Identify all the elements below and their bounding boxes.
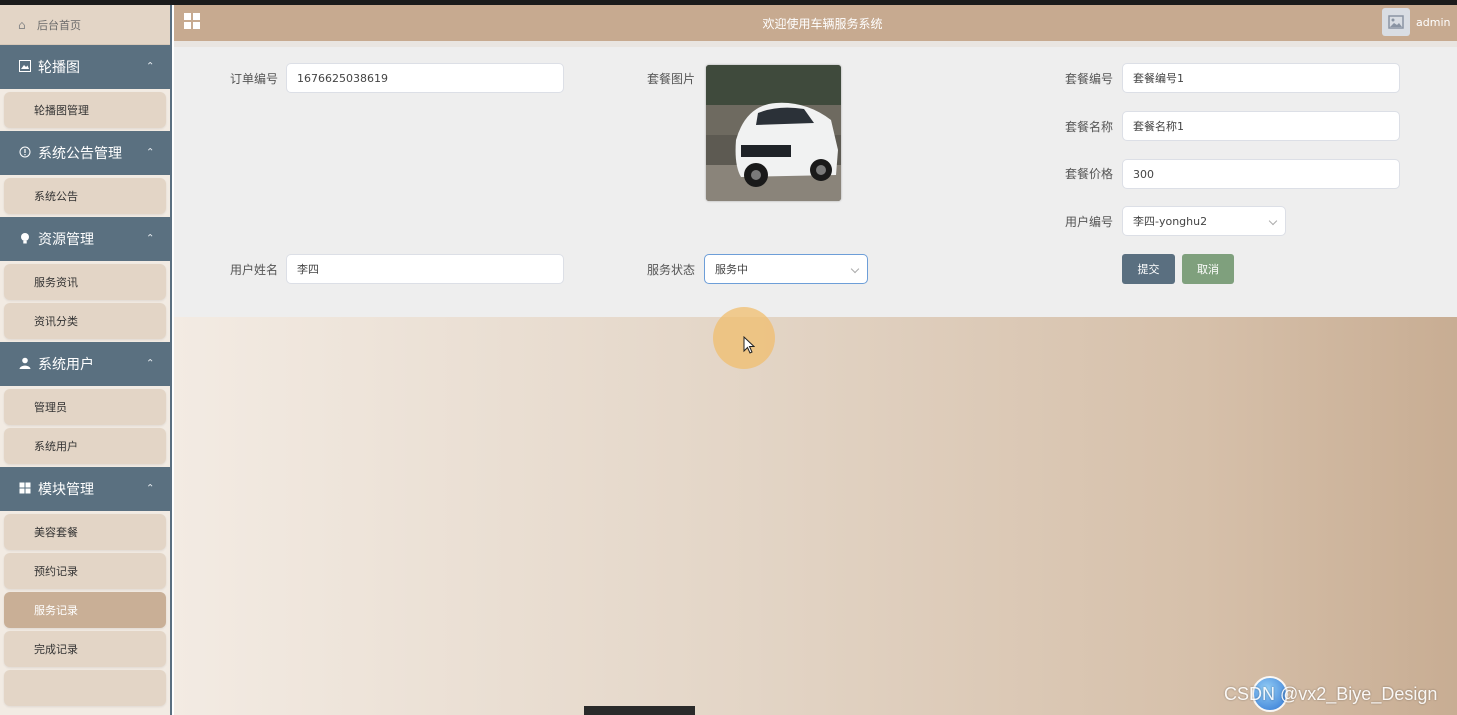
status-label: 服务状态: [646, 263, 695, 277]
watermark: CSDN @vx2_Biye_Design: [1224, 684, 1438, 704]
sidebar-group-label: 系统公告管理: [38, 146, 122, 162]
sidebar-group-label: 资源管理: [38, 232, 94, 248]
sidebar-item-carousel-manage[interactable]: 轮播图管理: [4, 92, 166, 128]
sidebar-item-service-records[interactable]: 服务记录: [4, 592, 166, 628]
sidebar-item-news-category[interactable]: 资讯分类: [4, 303, 166, 339]
order-no-input[interactable]: 1676625038619: [286, 63, 564, 93]
price-label: 套餐价格: [1064, 167, 1113, 181]
sidebar-group-label: 模块管理: [38, 482, 94, 498]
username[interactable]: admin: [1416, 16, 1450, 29]
package-name-label: 套餐名称: [1064, 120, 1113, 134]
avatar[interactable]: [1382, 8, 1410, 36]
price-input[interactable]: 300: [1122, 159, 1400, 189]
sidebar-item-system-users[interactable]: 系统用户: [4, 428, 166, 464]
info-circle-icon: [18, 146, 32, 161]
mouse-cursor-icon: [743, 336, 755, 354]
content-background: [174, 317, 1457, 715]
chevron-up-icon: ⌄: [145, 145, 154, 156]
package-image[interactable]: [706, 65, 841, 201]
sidebar-home[interactable]: ⌂ 后台首页: [0, 5, 170, 45]
user-name-input[interactable]: 李四: [286, 254, 564, 284]
image-label: 套餐图片: [646, 72, 695, 86]
chevron-down-icon: [1268, 216, 1278, 226]
status-select[interactable]: 服务中: [704, 254, 868, 284]
sidebar-group-resources[interactable]: 资源管理 ⌄: [0, 217, 170, 261]
sidebar-item-more[interactable]: [4, 670, 166, 706]
home-icon: ⌂: [18, 17, 26, 32]
sidebar-group-modules[interactable]: 模块管理 ⌄: [0, 467, 170, 511]
sidebar-item-announcement[interactable]: 系统公告: [4, 178, 166, 214]
chevron-up-icon: ⌄: [145, 356, 154, 367]
order-no-label: 订单编号: [229, 72, 278, 86]
sidebar-item-admin[interactable]: 管理员: [4, 389, 166, 425]
sidebar-group-users[interactable]: 系统用户 ⌄: [0, 342, 170, 386]
edit-form-panel: 订单编号 1676625038619 套餐图片 套餐编号 套餐编号1 套餐名称 …: [174, 47, 1457, 317]
chevron-down-icon: [850, 264, 860, 274]
grid-icon: [18, 482, 32, 497]
submit-button[interactable]: 提交: [1122, 254, 1175, 284]
image-icon: [18, 59, 32, 75]
sidebar-item-service-news[interactable]: 服务资讯: [4, 264, 166, 300]
sidebar-group-announcement[interactable]: 系统公告管理 ⌄: [0, 131, 170, 175]
chevron-up-icon: ⌄: [145, 481, 154, 492]
user-no-label: 用户编号: [1064, 215, 1113, 229]
sidebar: ⌂ 后台首页 轮播图 ⌄ 轮播图管理 系统公告管理 ⌄ 系统公告 资源管理 ⌄ …: [0, 5, 172, 715]
chevron-up-icon: ⌄: [145, 231, 154, 242]
sidebar-item-beauty-package[interactable]: 美容套餐: [4, 514, 166, 550]
lightbulb-icon: [18, 232, 32, 247]
sidebar-home-label: 后台首页: [37, 18, 81, 32]
package-no-input[interactable]: 套餐编号1: [1122, 63, 1400, 93]
status-select-value: 服务中: [715, 263, 748, 276]
package-name-input[interactable]: 套餐名称1: [1122, 111, 1400, 141]
package-no-label: 套餐编号: [1064, 72, 1113, 86]
top-header: 欢迎使用车辆服务系统 admin: [174, 5, 1457, 41]
header-title: 欢迎使用车辆服务系统: [762, 17, 883, 31]
user-name-label: 用户姓名: [229, 263, 278, 277]
user-icon: [18, 357, 32, 372]
chevron-up-icon: ⌄: [145, 59, 154, 70]
cancel-button[interactable]: 取消: [1182, 254, 1234, 284]
avatar-image-icon: [1388, 15, 1404, 29]
sidebar-group-label: 轮播图: [38, 60, 80, 76]
sidebar-item-booking-records[interactable]: 预约记录: [4, 553, 166, 589]
sidebar-group-label: 系统用户: [38, 357, 94, 373]
sidebar-item-completed-records[interactable]: 完成记录: [4, 631, 166, 667]
sidebar-group-carousel[interactable]: 轮播图 ⌄: [0, 45, 170, 89]
bottom-bar: [584, 706, 695, 715]
user-no-select-value: 李四-yonghu2: [1133, 215, 1208, 228]
user-no-select[interactable]: 李四-yonghu2: [1122, 206, 1286, 236]
